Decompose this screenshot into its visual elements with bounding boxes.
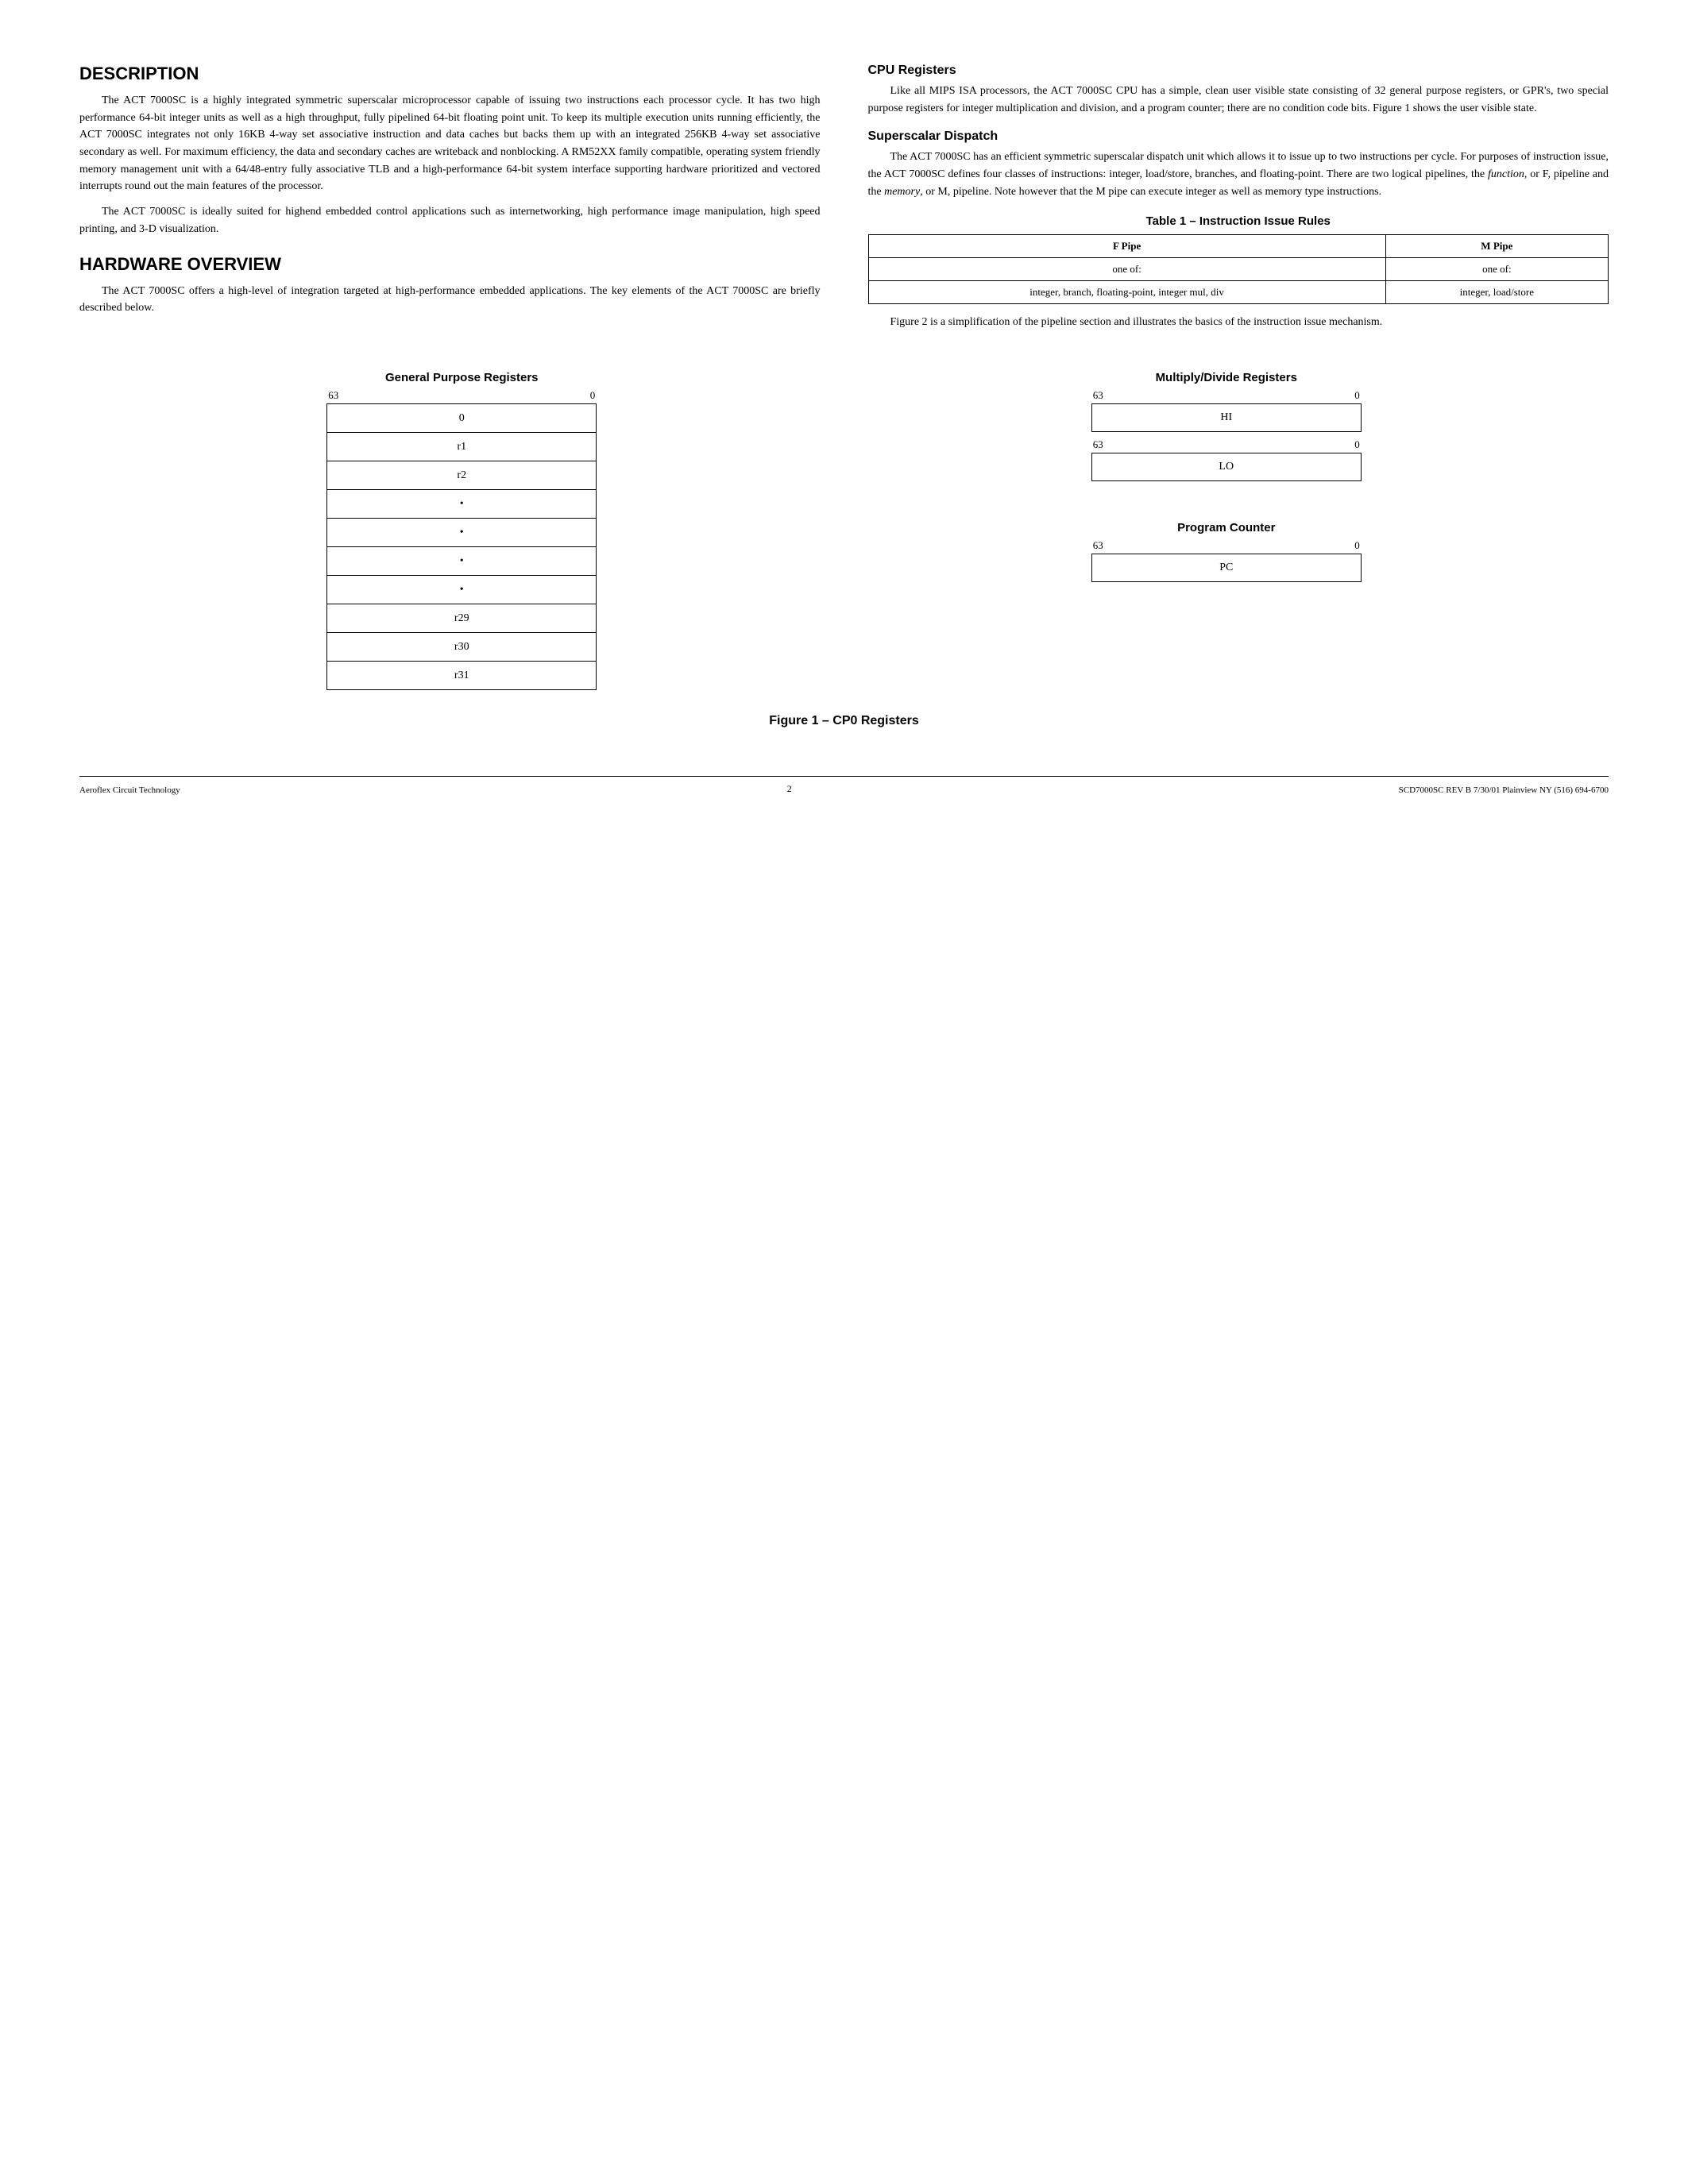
lo-register-box: LO <box>1091 453 1362 481</box>
table-row: r31 <box>327 662 597 690</box>
program-counter-label: Program Counter <box>1177 521 1275 534</box>
table-row: r29 <box>327 604 597 633</box>
gpr-r30: r30 <box>327 633 597 662</box>
lo-bit-labels: 63 0 <box>1091 438 1362 451</box>
gpr-bit-high: 63 <box>328 389 338 402</box>
superscalar-dispatch-title: Superscalar Dispatch <box>868 129 1609 144</box>
table-cell-mpipe-oneof: one of: <box>1385 258 1608 281</box>
footer-left: Aeroflex Circuit Technology <box>79 785 180 795</box>
left-column: DESCRIPTION The ACT 7000SC is a highly i… <box>79 64 821 339</box>
gpr-r1: r1 <box>327 433 597 461</box>
table-row: • <box>327 490 597 519</box>
two-column-layout: DESCRIPTION The ACT 7000SC is a highly i… <box>79 64 1609 339</box>
description-p2: The ACT 7000SC is ideally suited for hig… <box>79 203 821 237</box>
gpr-dot3: • <box>327 547 597 576</box>
table-header-fpipe: F Pipe <box>868 235 1385 258</box>
table-cell-fpipe-instructions: integer, branch, floating-point, integer… <box>868 281 1385 304</box>
multiply-divide-label: Multiply/Divide Registers <box>1156 371 1297 384</box>
instruction-issue-table: F Pipe M Pipe one of: one of: integer, b… <box>868 234 1609 304</box>
program-counter-diagram: Program Counter 63 0 PC <box>1091 521 1362 582</box>
gpr-diagram: General Purpose Registers 63 0 0 r1 r2 • <box>326 371 597 690</box>
superscalar-dispatch-p2: Figure 2 is a simplification of the pipe… <box>868 314 1609 331</box>
pc-bit-high: 63 <box>1093 539 1103 552</box>
table-row: r30 <box>327 633 597 662</box>
table-row: r1 <box>327 433 597 461</box>
gpr-table: 0 r1 r2 • • • • <box>326 403 597 690</box>
description-title: DESCRIPTION <box>79 64 821 84</box>
table-row: one of: one of: <box>868 258 1609 281</box>
md-bit-low: 0 <box>1354 389 1360 402</box>
gpr-r29: r29 <box>327 604 597 633</box>
table-cell-mpipe-instructions: integer, load/store <box>1385 281 1608 304</box>
gpr-label: General Purpose Registers <box>385 371 539 384</box>
gpr-dot4: • <box>327 576 597 604</box>
table-row: • <box>327 547 597 576</box>
cpu-registers-p1: Like all MIPS ISA processors, the ACT 70… <box>868 83 1609 117</box>
gpr-dot1: • <box>327 490 597 519</box>
description-p1: The ACT 7000SC is a highly integrated sy… <box>79 92 821 195</box>
table-header-mpipe: M Pipe <box>1385 235 1608 258</box>
cpu-registers-title: CPU Registers <box>868 64 1609 78</box>
table-row: r2 <box>327 461 597 490</box>
lo-bit-low: 0 <box>1354 438 1360 451</box>
hi-register-box: HI <box>1091 403 1362 432</box>
gpr-r2: r2 <box>327 461 597 490</box>
gpr-r0: 0 <box>327 404 597 433</box>
table-row: • <box>327 519 597 547</box>
footer-right: SCD7000SC REV B 7/30/01 Plainview NY (51… <box>1399 785 1609 795</box>
gpr-bit-low: 0 <box>590 389 596 402</box>
superscalar-dispatch-p1: The ACT 7000SC has an efficient symmetri… <box>868 149 1609 200</box>
diagram-section: General Purpose Registers 63 0 0 r1 r2 • <box>79 371 1609 690</box>
md-bit-high: 63 <box>1093 389 1103 402</box>
table-title: Table 1 – Instruction Issue Rules <box>868 214 1609 228</box>
footer: Aeroflex Circuit Technology 2 SCD7000SC … <box>79 776 1609 795</box>
table-row: 0 <box>327 404 597 433</box>
gpr-r31: r31 <box>327 662 597 690</box>
lo-bit-high: 63 <box>1093 438 1103 451</box>
hardware-overview-p1: The ACT 7000SC offers a high-level of in… <box>79 283 821 317</box>
page-container: DESCRIPTION The ACT 7000SC is a highly i… <box>79 64 1609 795</box>
md-bit-labels: 63 0 <box>1091 389 1362 402</box>
hardware-overview-title: HARDWARE OVERVIEW <box>79 254 821 275</box>
table-row: • <box>327 576 597 604</box>
right-diagrams: Multiply/Divide Registers 63 0 HI 63 0 L… <box>1091 371 1362 582</box>
pc-bit-labels: 63 0 <box>1091 539 1362 552</box>
pc-bit-low: 0 <box>1354 539 1360 552</box>
gpr-dot2: • <box>327 519 597 547</box>
footer-center: 2 <box>787 783 792 795</box>
pc-register-box: PC <box>1091 554 1362 582</box>
figure-caption: Figure 1 – CP0 Registers <box>79 714 1609 728</box>
multiply-divide-diagram: Multiply/Divide Registers 63 0 HI 63 0 L… <box>1091 371 1362 481</box>
table-row: integer, branch, floating-point, integer… <box>868 281 1609 304</box>
table-cell-fpipe-oneof: one of: <box>868 258 1385 281</box>
gpr-bit-labels: 63 0 <box>326 389 597 402</box>
right-column: CPU Registers Like all MIPS ISA processo… <box>868 64 1609 339</box>
